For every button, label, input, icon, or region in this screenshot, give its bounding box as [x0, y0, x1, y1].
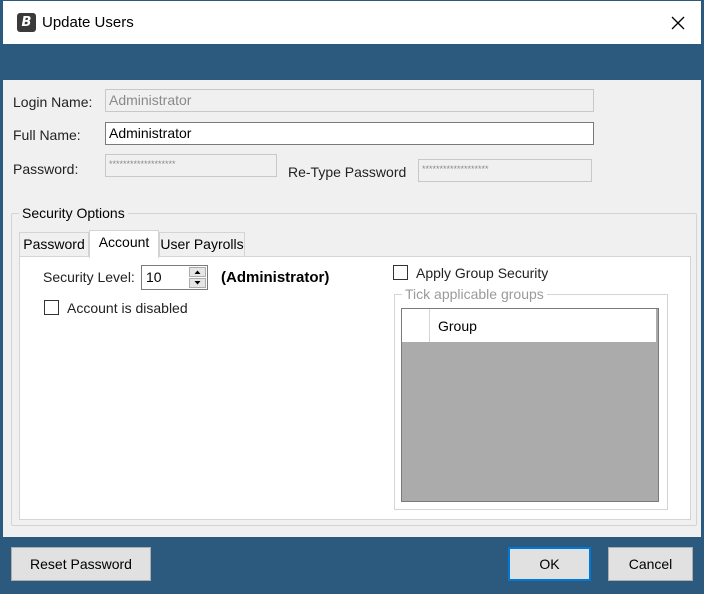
login-name-field[interactable]: Administrator	[105, 89, 594, 112]
header-band	[3, 44, 701, 80]
close-icon	[671, 16, 685, 29]
retype-password-field[interactable]: *******************	[418, 159, 592, 182]
window-title: Update Users	[42, 14, 134, 31]
security-level-value: 10	[146, 269, 162, 285]
grid-row-header	[402, 309, 430, 342]
grid-column-group[interactable]: Group	[438, 318, 477, 334]
title-bar: B Update Users	[3, 1, 701, 44]
tab-user-payrolls[interactable]: User Payrolls	[159, 232, 245, 256]
tab-account[interactable]: Account	[89, 230, 159, 258]
apply-group-security-label: Apply Group Security	[416, 265, 549, 281]
full-name-field[interactable]: Administrator	[105, 122, 594, 145]
cancel-button[interactable]: Cancel	[608, 547, 693, 581]
security-level-stepper[interactable]: 10	[141, 265, 208, 290]
stepper-down-button[interactable]	[189, 278, 206, 288]
close-button[interactable]	[655, 1, 701, 44]
login-name-label: Login Name:	[13, 94, 93, 110]
retype-password-label: Re-Type Password	[288, 164, 407, 180]
applicable-groups-legend: Tick applicable groups	[402, 286, 547, 302]
app-logo-icon: B	[17, 13, 36, 32]
password-field[interactable]: *******************	[105, 154, 277, 177]
account-disabled-checkbox[interactable]	[44, 300, 59, 315]
password-label: Password:	[13, 161, 79, 177]
apply-group-security-checkbox[interactable]	[393, 265, 408, 280]
caret-up-icon	[194, 270, 201, 274]
stepper-up-button[interactable]	[189, 267, 206, 277]
update-users-dialog: B Update Users Login Name: Administrator…	[2, 0, 702, 592]
caret-down-icon	[194, 281, 201, 285]
tab-password[interactable]: Password	[19, 232, 89, 256]
grid-header-row: Group	[402, 309, 656, 342]
security-level-name: (Administrator)	[221, 269, 330, 286]
security-options-legend: Security Options	[19, 205, 128, 221]
full-name-label: Full Name:	[13, 127, 81, 143]
groups-grid[interactable]: Group	[401, 308, 659, 502]
account-disabled-label: Account is disabled	[67, 300, 188, 316]
security-level-label: Security Level:	[43, 269, 135, 285]
reset-password-button[interactable]: Reset Password	[11, 547, 151, 581]
ok-button[interactable]: OK	[508, 547, 591, 581]
